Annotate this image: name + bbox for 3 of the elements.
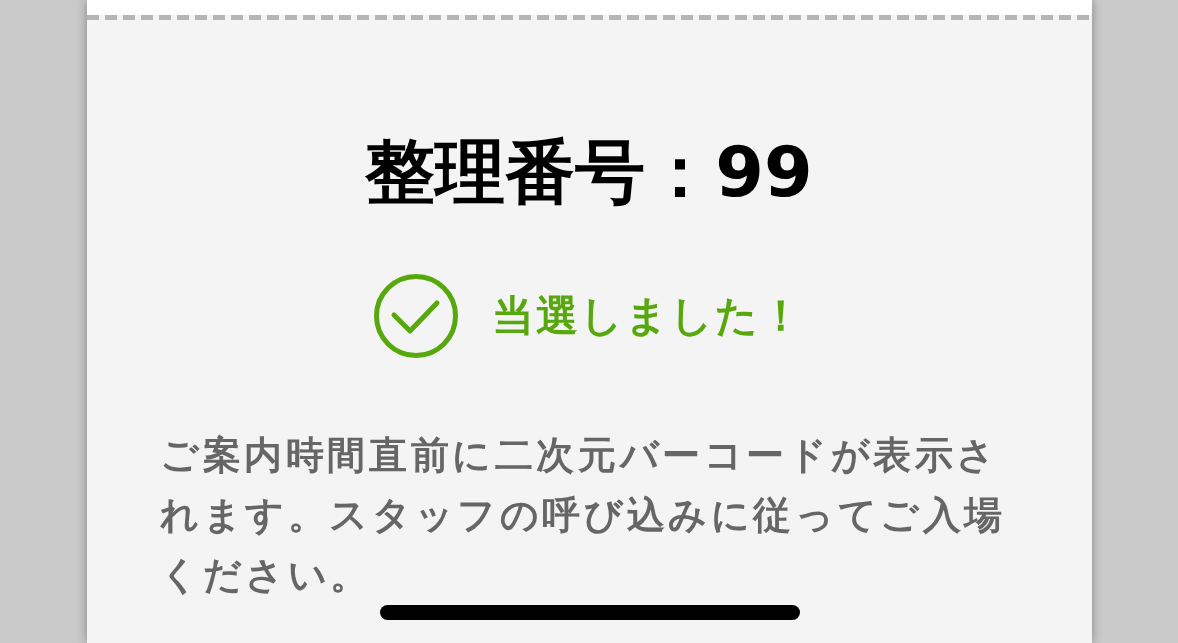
message-text: ご案内時間直前に二次元バーコードが表示されます。スタッフの呼び込みに従ってご入場ください。 xyxy=(160,432,1007,599)
ticket-number-title: 整理番号：99 xyxy=(365,130,813,214)
status-text: 当選しました！ xyxy=(492,290,804,342)
